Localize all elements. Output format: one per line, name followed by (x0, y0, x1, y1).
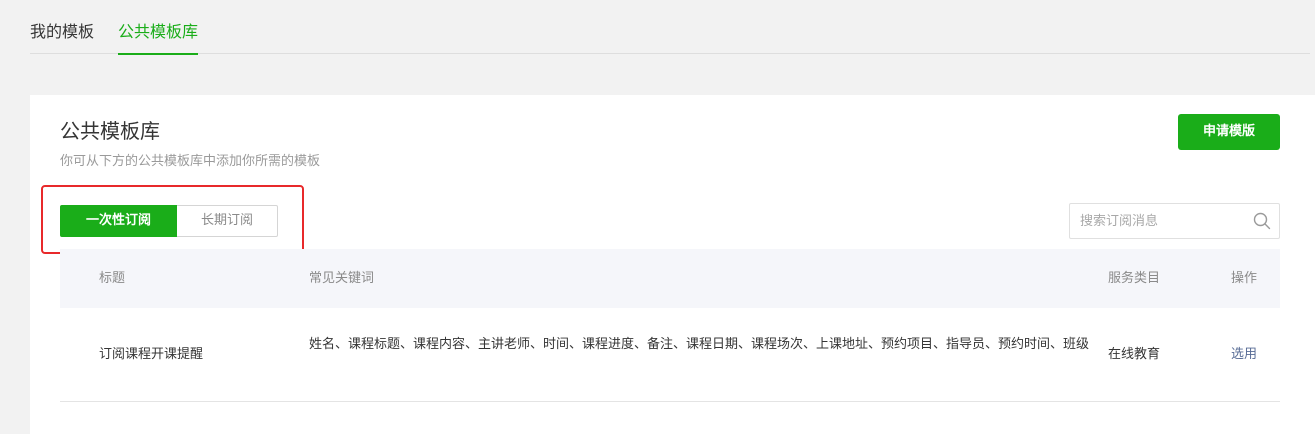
subscription-type-toggle: 一次性订阅 长期订阅 (60, 205, 278, 237)
template-keywords: 姓名、课程标题、课程内容、主讲老师、时间、课程进度、备注、课程日期、课程场次、上… (309, 337, 1090, 352)
search-icon[interactable] (1253, 212, 1271, 230)
column-header-keywords: 常见关键词 (309, 271, 375, 286)
one-time-subscription-button[interactable]: 一次性订阅 (60, 205, 177, 237)
table-header: 标题 常见关键词 服务类目 操作 (60, 249, 1280, 308)
template-table: 标题 常见关键词 服务类目 操作 订阅课程开课提醒 姓名、课程标题、课程内容、主… (60, 249, 1280, 402)
column-header-title: 标题 (99, 271, 126, 286)
template-category: 在线教育 (1108, 347, 1161, 362)
page-description: 你可从下方的公共模板库中添加你所需的模板 (60, 154, 321, 169)
template-title: 订阅课程开课提醒 (99, 347, 204, 362)
long-term-subscription-button[interactable]: 长期订阅 (177, 205, 278, 237)
table-row: 订阅课程开课提醒 姓名、课程标题、课程内容、主讲老师、时间、课程进度、备注、课程… (60, 308, 1280, 402)
top-tab-bar: 我的模板 公共模板库 (30, 0, 1310, 55)
page-title: 公共模板库 (60, 119, 160, 143)
template-library-card: 公共模板库 你可从下方的公共模板库中添加你所需的模板 申请模版 一次性订阅 长期… (30, 95, 1315, 434)
tab-public-templates[interactable]: 公共模板库 (118, 20, 199, 55)
apply-template-button[interactable]: 申请模版 (1178, 114, 1280, 150)
search-input[interactable] (1070, 204, 1250, 238)
column-header-category: 服务类目 (1108, 271, 1161, 286)
tab-my-templates[interactable]: 我的模板 (30, 20, 94, 44)
search-box (1069, 203, 1280, 239)
column-header-action: 操作 (1231, 271, 1258, 286)
select-template-link[interactable]: 选用 (1231, 345, 1257, 365)
